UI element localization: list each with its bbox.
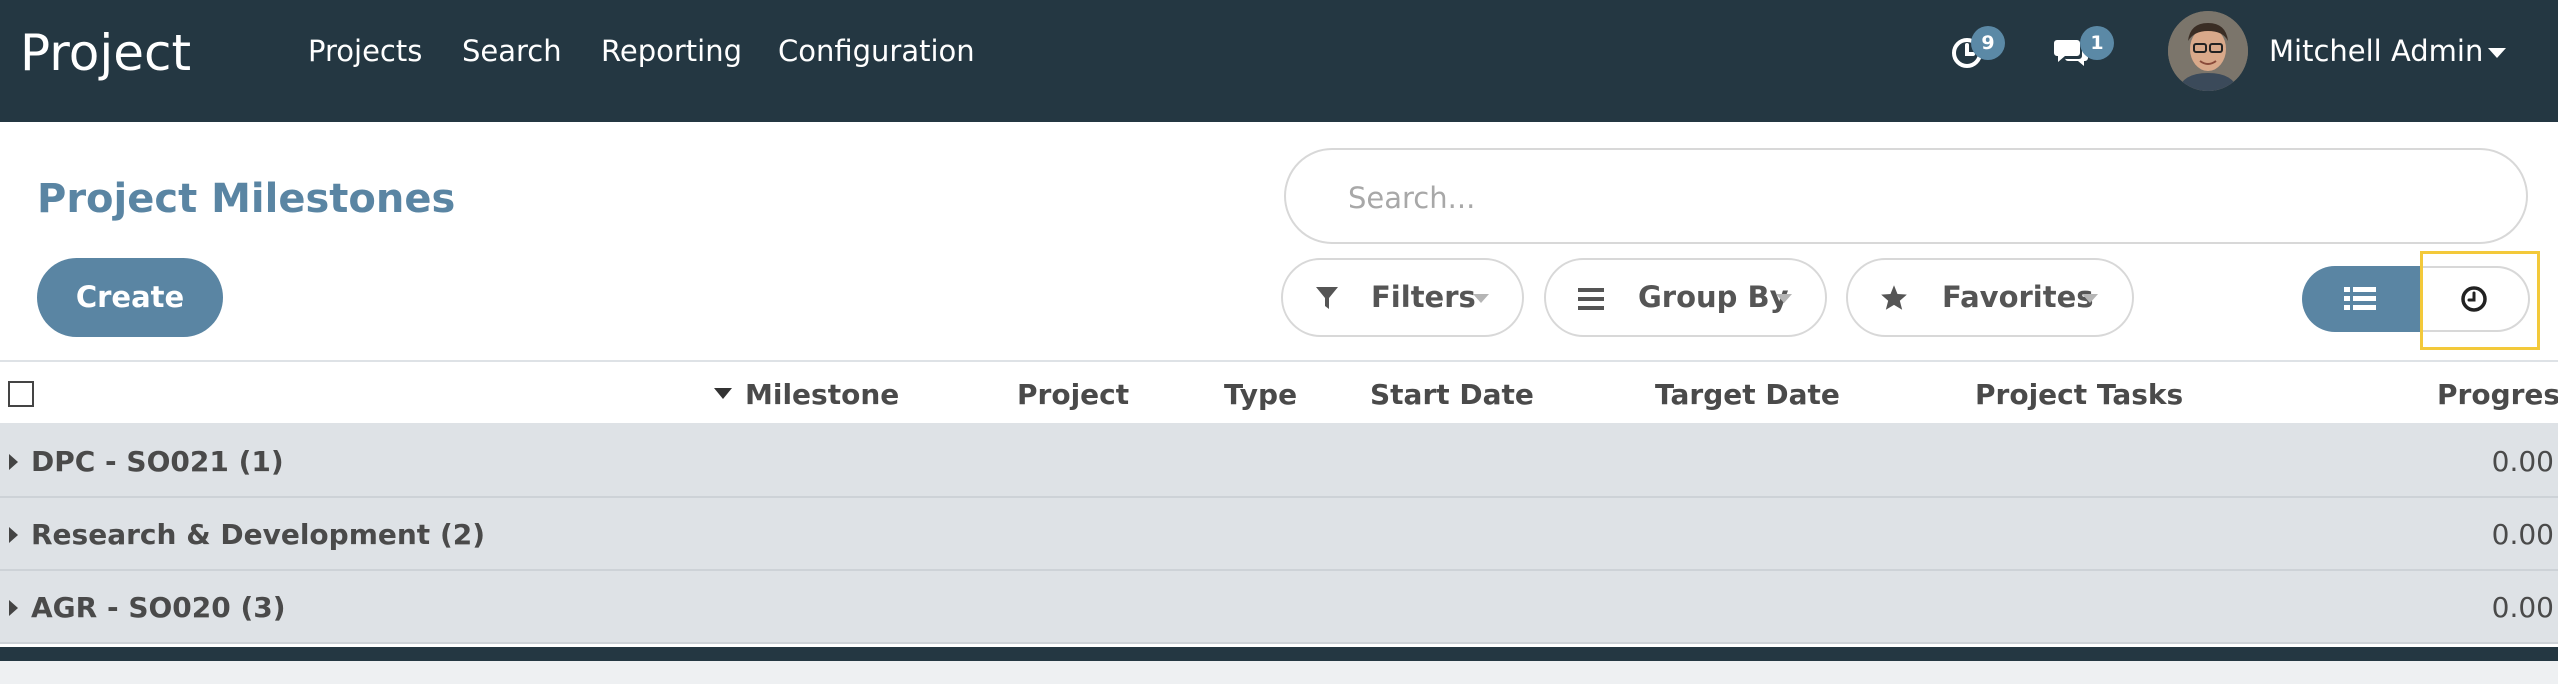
group-name: DPC - SO021 (1) (31, 445, 284, 478)
top-navbar: Project Projects Search Reporting Config… (0, 0, 2558, 122)
group-row[interactable]: DPC - SO021 (1) 0.00 (0, 425, 2558, 498)
group-row[interactable]: Research & Development (2) 0.00 (0, 498, 2558, 571)
list-header: Milestone Project Type Start Date Target… (0, 360, 2558, 425)
column-type[interactable]: Type (1224, 378, 1297, 411)
group-progress: 0.00 (2491, 445, 2554, 478)
search-input[interactable] (1346, 176, 2450, 220)
column-start-date[interactable]: Start Date (1370, 378, 1534, 411)
group-by-label: Group By (1638, 280, 1789, 314)
favorites-caret-icon (2082, 294, 2098, 303)
user-avatar[interactable] (2168, 11, 2248, 91)
expand-caret-icon (9, 527, 18, 543)
create-button[interactable]: Create (37, 258, 223, 337)
user-menu[interactable]: Mitchell Admin (2269, 34, 2483, 68)
group-progress: 0.00 (2491, 518, 2554, 551)
filters-caret-icon (1473, 294, 1489, 303)
bottom-area (0, 661, 2558, 684)
sort-desc-icon (714, 388, 732, 399)
expand-caret-icon (9, 454, 18, 470)
bottom-bar (0, 647, 2558, 661)
favorites-button[interactable]: Favorites (1846, 258, 2134, 337)
filters-button[interactable]: Filters (1281, 258, 1524, 337)
list-view-icon (2344, 287, 2376, 310)
favorites-label: Favorites (1942, 280, 2094, 314)
expand-caret-icon (9, 600, 18, 616)
menu-reporting[interactable]: Reporting (601, 34, 742, 68)
column-milestone[interactable]: Milestone (745, 378, 899, 411)
menu-configuration[interactable]: Configuration (778, 34, 975, 68)
group-by-caret-icon (1776, 294, 1792, 303)
app-title[interactable]: Project (20, 24, 191, 82)
page-title: Project Milestones (37, 176, 456, 222)
highlight-box (2420, 251, 2540, 350)
column-progress[interactable]: Progress (2437, 378, 2558, 411)
list-bars-icon (1578, 288, 1604, 310)
group-name: AGR - SO020 (3) (31, 591, 286, 624)
group-by-button[interactable]: Group By (1544, 258, 1827, 337)
messages-badge: 1 (2080, 26, 2114, 60)
column-project[interactable]: Project (1017, 378, 1129, 411)
group-row[interactable]: AGR - SO020 (3) 0.00 (0, 571, 2558, 644)
activities-badge: 9 (1971, 26, 2005, 60)
list-view-button[interactable] (2302, 266, 2420, 332)
filters-label: Filters (1371, 280, 1476, 314)
star-icon (1881, 285, 1907, 310)
search-bar[interactable] (1284, 148, 2528, 244)
messages-button[interactable]: 1 (2050, 26, 2114, 76)
menu-projects[interactable]: Projects (308, 34, 422, 68)
user-dropdown-caret-icon (2488, 48, 2506, 58)
column-project-tasks[interactable]: Project Tasks (1975, 378, 2183, 411)
group-name: Research & Development (2) (31, 518, 486, 551)
select-all-checkbox[interactable] (8, 381, 34, 407)
activities-button[interactable]: 9 (1944, 26, 2005, 76)
filter-icon (1316, 287, 1338, 309)
group-progress: 0.00 (2491, 591, 2554, 624)
menu-search[interactable]: Search (462, 34, 562, 68)
column-target-date[interactable]: Target Date (1655, 378, 1840, 411)
avatar-image (2168, 11, 2248, 91)
